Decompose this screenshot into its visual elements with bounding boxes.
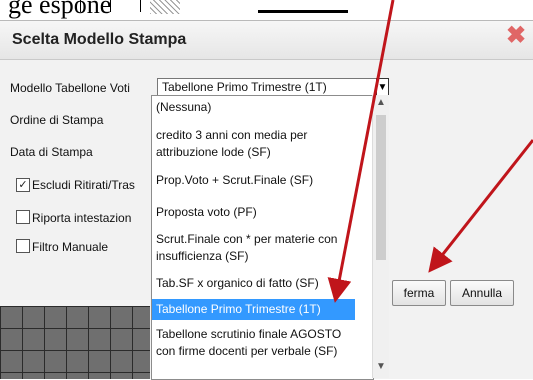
background-tick (110, 0, 111, 12)
dropdown-option[interactable]: Tabellone scrutinio finale AGOSTO con fi… (152, 326, 355, 360)
background-tick (80, 0, 81, 12)
dropdown-option-selected[interactable]: Tabellone Primo Trimestre (1T) (152, 299, 355, 320)
annulla-label: Annulla (461, 286, 503, 300)
scroll-down-icon[interactable]: ▼ (373, 361, 389, 372)
scroll-thumb[interactable] (376, 115, 386, 260)
background-hatch (150, 0, 180, 14)
dropdown-option[interactable]: Proposta voto (PF) (152, 204, 355, 221)
close-x-icon[interactable]: ✖ (506, 24, 526, 48)
modello-select-value: Tabellone Primo Trimestre (1T) (162, 80, 327, 94)
riporta-checkbox[interactable] (16, 210, 30, 224)
modello-label: Modello Tabellone Voti (10, 81, 130, 95)
filtro-label: Filtro Manuale (32, 240, 109, 254)
dialog-title: Scelta Modello Stampa (12, 31, 187, 48)
riporta-label: Riporta intestazion (32, 211, 132, 225)
escludi-checkbox[interactable]: ✓ (16, 178, 30, 192)
scroll-up-icon[interactable]: ▲ (373, 97, 389, 108)
dropdown-option[interactable]: credito 3 anni con media per attribuzion… (152, 127, 355, 161)
background-grid (0, 306, 150, 379)
data-label: Data di Stampa (10, 145, 93, 159)
dialog-titlebar: Scelta Modello Stampa ✖ (0, 21, 533, 60)
dropdown-option[interactable]: Prop.Voto + Scrut.Finale (SF) (152, 172, 355, 189)
background-black-bar (258, 10, 348, 13)
dropdown-option[interactable]: (Nessuna) (152, 99, 355, 116)
annulla-button[interactable]: Annulla (450, 280, 514, 306)
background-tick (140, 0, 141, 12)
background-page-fragment: ge espone (0, 0, 533, 22)
dropdown-scrollbar[interactable]: ▲ ▼ (372, 95, 389, 378)
conferma-label: ferma (403, 286, 435, 300)
background-heading-fragment: ge espone (8, 0, 112, 19)
filtro-checkbox[interactable] (16, 239, 30, 253)
conferma-button[interactable]: ferma (392, 280, 446, 306)
escludi-label: Escludi Ritirati/Tras (32, 178, 135, 192)
dropdown-option[interactable]: Tab.SF x organico di fatto (SF) (152, 275, 355, 292)
dropdown-option[interactable]: Scrut.Finale con * per materie con insuf… (152, 231, 355, 265)
modello-dropdown-list: (Nessuna) credito 3 anni con media per a… (151, 95, 374, 380)
ordine-label: Ordine di Stampa (10, 113, 104, 127)
